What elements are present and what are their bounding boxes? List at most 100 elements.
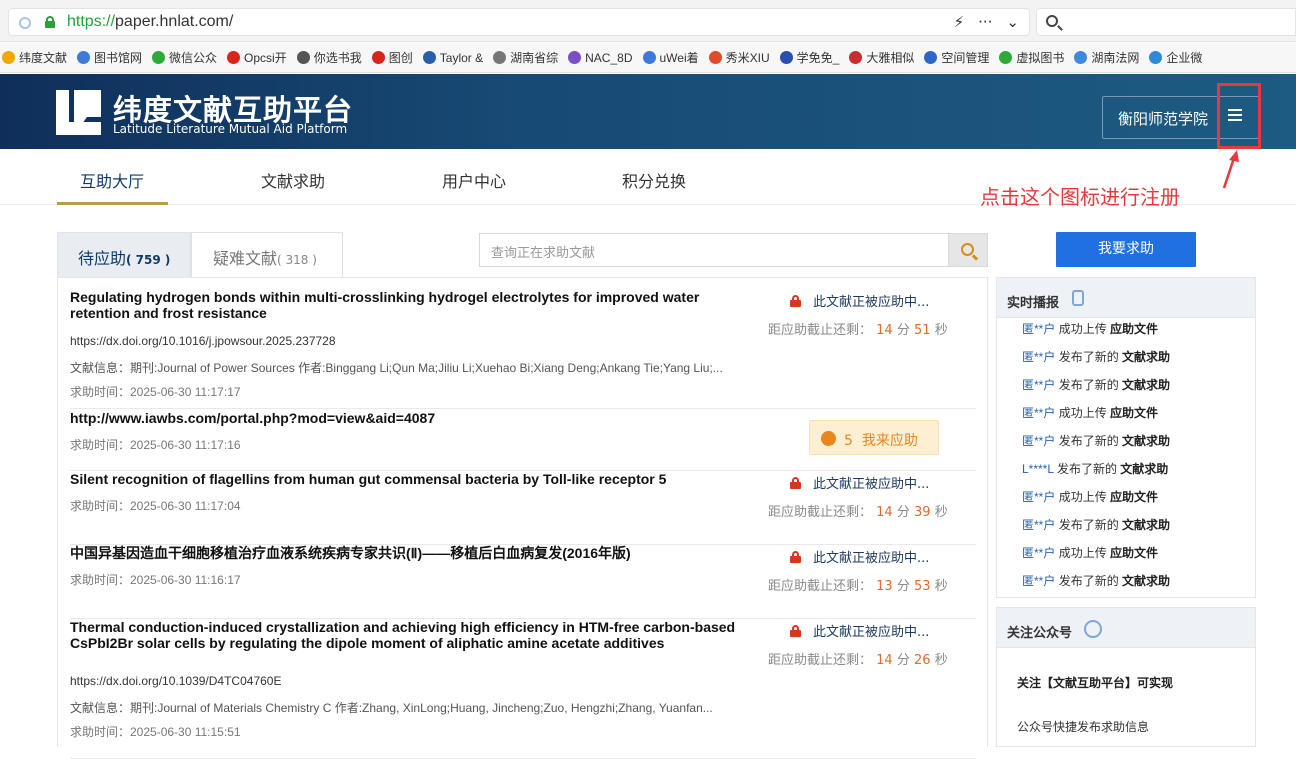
broadcast-entry: 匿**户 发布了新的 文献求助 <box>1022 434 1171 448</box>
item-status: 此文献正被应助中... <box>790 473 929 492</box>
bookmark-item[interactable]: 空间管理 <box>924 49 989 66</box>
search-input[interactable]: 查询正在求助文献 <box>479 233 949 267</box>
site-header: 纬度文献互助平台 Latitude Literature Mutual Aid … <box>0 74 1296 149</box>
bookmark-favicon-icon <box>849 51 863 64</box>
nav-item-help-hall[interactable]: 互助大厅 <box>80 168 144 192</box>
bookmark-favicon-icon <box>2 51 15 64</box>
nav-item-points-exchange[interactable]: 积分兑换 <box>622 168 686 192</box>
item-status: 此文献正被应助中... <box>790 547 929 566</box>
item-status: 此文献正被应助中... <box>790 621 929 640</box>
broadcast-entry: 匿**户 成功上传 应助文件 <box>1022 322 1159 336</box>
bookmark-item[interactable]: 微信公众 <box>152 49 217 66</box>
bookmark-favicon-icon <box>1149 51 1163 64</box>
live-broadcast-panel: 实时播报 匿**户 成功上传 应助文件 匿**户 发布了新的 文献求助 匿**户 发… <box>996 277 1256 598</box>
bookmark-item[interactable]: 大雅相似 <box>849 49 914 66</box>
item-time: 求助时间：2025-06-30 11:17:17 <box>70 385 241 399</box>
bookmark-item[interactable]: 你选书我 <box>296 49 362 66</box>
site-subtitle: Latitude Literature Mutual Aid Platform <box>113 122 348 136</box>
request-list: Regulating hydrogen bonds within multi-c… <box>57 277 988 759</box>
bookmark-favicon-icon <box>642 51 656 64</box>
bookmark-favicon-icon <box>568 51 582 64</box>
follow-line-2: 公众号快捷发布求助信息 <box>1017 720 1150 734</box>
bookmark-item[interactable]: 虚拟图书 <box>999 49 1064 66</box>
site-info-icon[interactable] <box>19 17 31 29</box>
item-title[interactable]: 中国异基因造血干细胞移植治疗血液系统疾病专家共识(Ⅱ)——移植后白血病复发(20… <box>70 545 750 561</box>
more-icon[interactable]: ··· <box>978 13 992 31</box>
bookmark-favicon-icon <box>779 51 793 64</box>
bookmark-favicon-icon <box>422 51 436 64</box>
answer-button[interactable]: 5 我来应助 <box>809 420 939 455</box>
search-icon <box>961 243 974 256</box>
follow-title: 关注公众号 <box>1007 626 1073 641</box>
broadcast-entry: 匿**户 成功上传 应助文件 <box>1022 406 1159 420</box>
request-help-button[interactable]: 我要求助 <box>1056 232 1196 267</box>
browser-search-box[interactable] <box>1036 8 1296 36</box>
bookmark-item[interactable]: 纬度文献 <box>2 49 67 66</box>
bookmark-favicon-icon <box>371 51 385 64</box>
bookmark-item[interactable]: 学免免_ <box>779 49 839 66</box>
tab-difficult[interactable]: 疑难文献( 318 ) <box>191 232 343 277</box>
item-countdown: 距应助截止还剩： 14 分 51 秒 <box>768 323 948 338</box>
broadcast-entry: 匿**户 发布了新的 文献求助 <box>1022 378 1171 392</box>
list-item: http://www.iawbs.com/portal.php?mod=view… <box>70 410 976 471</box>
bookmark-item[interactable]: 湖南法网 <box>1074 49 1139 66</box>
bookmark-item[interactable]: uWei着 <box>642 49 699 66</box>
bookmark-item[interactable]: 图创 <box>371 49 413 66</box>
bookmark-item[interactable]: 图书馆网 <box>77 49 142 66</box>
reward-icon <box>821 431 836 446</box>
nav-item-user-center[interactable]: 用户中心 <box>442 168 506 192</box>
search-button[interactable] <box>948 233 988 267</box>
annotation-text: 点击这个图标进行注册 <box>980 185 1180 209</box>
item-info: 文献信息：期刊:Journal of Power Sources 作者:Bing… <box>70 361 723 375</box>
follow-line-1: 关注【文献互助平台】可实现 <box>1017 676 1174 690</box>
bookmark-favicon-icon <box>1074 51 1088 64</box>
item-title[interactable]: http://www.iawbs.com/portal.php?mod=view… <box>70 410 750 426</box>
list-item: Silent recognition of flagellins from hu… <box>70 471 976 545</box>
bookmark-favicon-icon <box>493 51 507 64</box>
bookmark-item[interactable]: 企业微 <box>1149 49 1202 66</box>
bookmark-favicon-icon <box>77 51 91 64</box>
item-countdown: 距应助截止还剩： 14 分 26 秒 <box>768 653 948 668</box>
tab-pending[interactable]: 待应助( 759 ) <box>57 232 191 277</box>
item-url[interactable]: https://dx.doi.org/10.1016/j.jpowsour.20… <box>70 334 336 348</box>
broadcast-entry: 匿**户 发布了新的 文献求助 <box>1022 518 1171 532</box>
bookmark-favicon-icon <box>227 51 241 64</box>
item-time: 求助时间：2025-06-30 11:17:16 <box>70 438 241 452</box>
lock-icon <box>790 477 801 489</box>
bookmark-item[interactable]: Taylor & <box>422 51 483 65</box>
chevron-down-icon[interactable]: ⌄ <box>1006 13 1019 31</box>
url-text[interactable]: https://paper.hnlat.com/ <box>67 13 233 31</box>
bookmark-favicon-icon <box>296 51 310 64</box>
broadcast-icon <box>1072 290 1084 306</box>
bookmark-favicon-icon <box>924 51 938 64</box>
bookmark-item[interactable]: NAC_8D <box>568 51 633 65</box>
bookmark-item[interactable]: Opcsi开 <box>227 49 287 66</box>
lock-icon[interactable] <box>45 16 55 28</box>
list-item: Regulating hydrogen bonds within multi-c… <box>70 289 976 409</box>
lock-icon <box>790 551 801 563</box>
bookmark-item[interactable]: 秀米XIU <box>708 49 770 66</box>
search-icon <box>1046 15 1058 27</box>
item-time: 求助时间：2025-06-30 11:17:04 <box>70 499 241 513</box>
address-bar[interactable]: https://paper.hnlat.com/ ⚡ ··· ⌄ <box>8 8 1030 36</box>
item-title[interactable]: Regulating hydrogen bonds within multi-c… <box>70 289 750 321</box>
bookmark-item[interactable]: 湖南省综 <box>493 49 558 66</box>
item-status: 此文献正被应助中... <box>790 291 929 310</box>
list-item: 中国异基因造血干细胞移植治疗血液系统疾病专家共识(Ⅱ)——移植后白血病复发(20… <box>70 545 976 619</box>
nav-active-underline <box>57 202 168 205</box>
lock-icon <box>790 295 801 307</box>
item-countdown: 距应助截止还剩： 13 分 53 秒 <box>768 579 948 594</box>
broadcast-entry: 匿**户 发布了新的 文献求助 <box>1022 574 1171 588</box>
lightning-icon[interactable]: ⚡ <box>954 13 965 31</box>
item-url[interactable]: https://dx.doi.org/10.1039/D4TC04760E <box>70 674 281 688</box>
nav-item-literature-request[interactable]: 文献求助 <box>261 168 325 192</box>
item-info: 文献信息：期刊:Journal of Materials Chemistry C… <box>70 701 713 715</box>
broadcast-entry: 匿**户 成功上传 应助文件 <box>1022 546 1159 560</box>
item-title[interactable]: Silent recognition of flagellins from hu… <box>70 471 750 487</box>
item-title[interactable]: Thermal conduction-induced crystallizati… <box>70 619 750 651</box>
logo-icon <box>56 90 101 135</box>
lock-icon <box>790 625 801 637</box>
bookmark-favicon-icon <box>708 51 722 64</box>
browser-toolbar: https://paper.hnlat.com/ ⚡ ··· ⌄ <box>0 0 1296 42</box>
list-item: Thermal conduction-induced crystallizati… <box>70 619 976 759</box>
